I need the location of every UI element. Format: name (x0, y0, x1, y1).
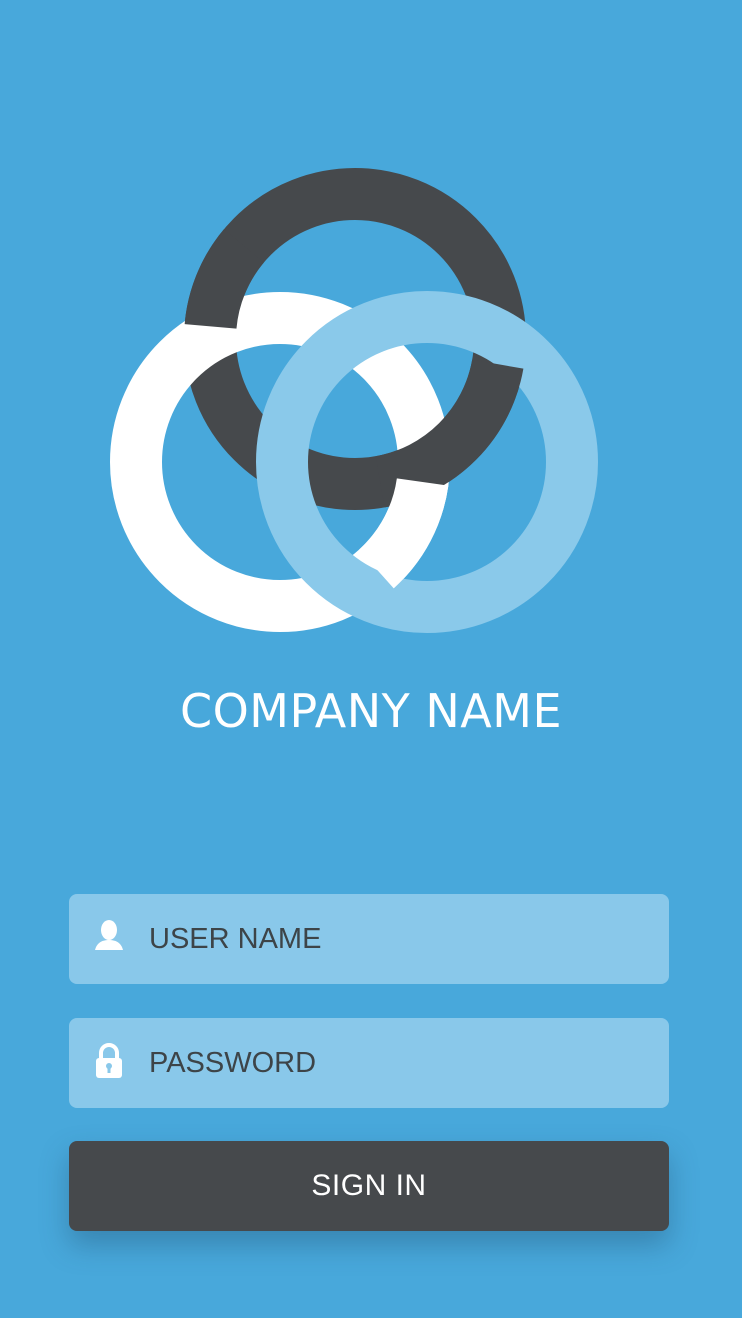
lock-icon (96, 1043, 122, 1078)
user-icon (95, 920, 123, 950)
company-name: COMPANY NAME (179, 684, 563, 738)
password-field[interactable] (69, 1018, 669, 1108)
login-screen: COMPANY NAME SIGN IN (0, 0, 742, 1318)
sign-in-button[interactable]: SIGN IN (69, 1141, 669, 1231)
password-input[interactable] (149, 1018, 649, 1108)
username-input[interactable] (149, 894, 649, 984)
username-field[interactable] (69, 894, 669, 984)
interlocking-rings-logo (110, 168, 598, 633)
